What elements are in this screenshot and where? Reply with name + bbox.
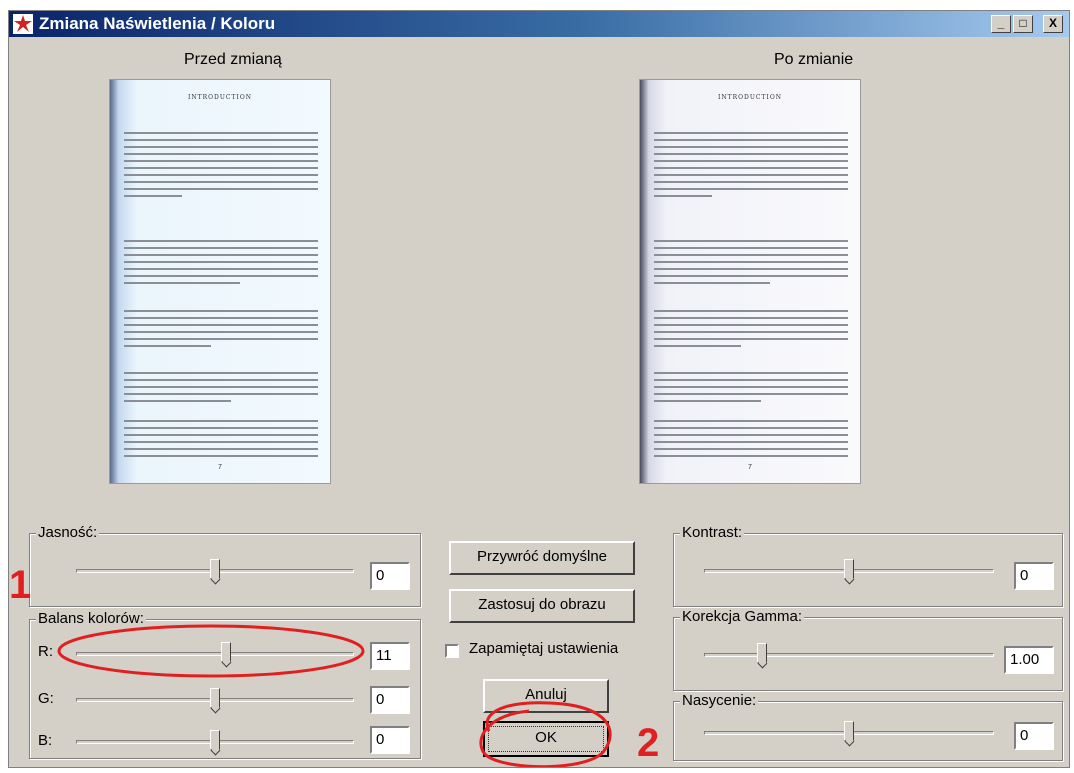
gamma-slider[interactable] <box>757 643 767 663</box>
close-button[interactable]: X <box>1043 15 1063 33</box>
r-track <box>76 652 354 656</box>
contrast-value-input[interactable]: 0 <box>1014 562 1054 590</box>
g-label: G: <box>38 690 54 707</box>
preview-before: INTRODUCTION 7 <box>109 79 331 484</box>
g-value-input[interactable]: 0 <box>370 686 410 714</box>
preview-after: INTRODUCTION 7 <box>639 79 861 484</box>
brightness-group: Jasność: 0 <box>29 524 421 607</box>
brightness-slider[interactable] <box>210 559 220 579</box>
r-value-input[interactable]: 11 <box>370 642 410 670</box>
title-bar: Zmiana Naświetlenia / Koloru _ □ X <box>9 11 1069 37</box>
remember-settings-checkbox[interactable] <box>445 644 459 658</box>
g-slider[interactable] <box>210 688 220 708</box>
b-label: B: <box>38 732 53 749</box>
doc-paragraph <box>654 240 848 289</box>
b-value-input[interactable]: 0 <box>370 726 410 754</box>
restore-defaults-button[interactable]: Przywróć domyślne <box>449 541 635 575</box>
saturation-slider[interactable] <box>844 721 854 741</box>
r-slider[interactable] <box>221 642 232 662</box>
doc-paragraph <box>124 372 318 407</box>
doc-heading: INTRODUCTION <box>717 94 783 101</box>
gamma-value-input[interactable]: 1.00 <box>1004 646 1054 674</box>
gamma-label: Korekcja Gamma: <box>680 608 805 626</box>
saturation-value-input[interactable]: 0 <box>1014 722 1054 750</box>
gamma-track <box>704 653 994 657</box>
doc-paragraph <box>654 420 848 462</box>
brightness-value-input[interactable]: 0 <box>370 562 410 590</box>
window-title: Zmiana Naświetlenia / Koloru <box>39 14 276 33</box>
doc-paragraph <box>654 372 848 407</box>
annotation-number-2: 2 <box>637 721 660 765</box>
contrast-label: Kontrast: <box>680 524 745 542</box>
cancel-button[interactable]: Anuluj <box>483 679 609 713</box>
brightness-label: Jasność: <box>36 524 100 542</box>
color-balance-label: Balans kolorów: <box>36 610 146 628</box>
saturation-group: Nasycenie: 0 <box>673 692 1063 761</box>
doc-paragraph <box>654 132 848 202</box>
color-balance-group: Balans kolorów: R: 11 G: 0 B: 0 <box>29 610 421 759</box>
annotation-number-1: 1 <box>9 563 32 607</box>
b-slider[interactable] <box>210 730 220 750</box>
doc-page-number: 7 <box>218 464 222 471</box>
maximize-button[interactable]: □ <box>1013 15 1033 33</box>
dialog-window: Zmiana Naświetlenia / Koloru _ □ X Przed… <box>8 10 1070 768</box>
doc-paragraph <box>124 420 318 462</box>
remember-settings-label: Zapamiętaj ustawienia <box>469 640 619 657</box>
app-icon <box>13 14 33 34</box>
before-label: Przed zmianą <box>184 51 282 68</box>
doc-paragraph <box>654 310 848 352</box>
apply-to-image-button[interactable]: Zastosuj do obrazu <box>449 589 635 623</box>
doc-paragraph <box>124 132 318 202</box>
saturation-label: Nasycenie: <box>680 692 759 710</box>
gamma-group: Korekcja Gamma: 1.00 <box>673 608 1063 691</box>
after-label: Po zmianie <box>774 51 854 68</box>
doc-paragraph <box>124 310 318 352</box>
doc-heading: INTRODUCTION <box>187 94 253 101</box>
ok-button[interactable]: OK <box>483 721 609 757</box>
minimize-button[interactable]: _ <box>991 15 1011 33</box>
r-label: R: <box>38 643 53 660</box>
doc-paragraph <box>124 240 318 289</box>
contrast-slider[interactable] <box>844 559 854 579</box>
doc-page-number: 7 <box>748 464 752 471</box>
contrast-group: Kontrast: 0 <box>673 524 1063 607</box>
